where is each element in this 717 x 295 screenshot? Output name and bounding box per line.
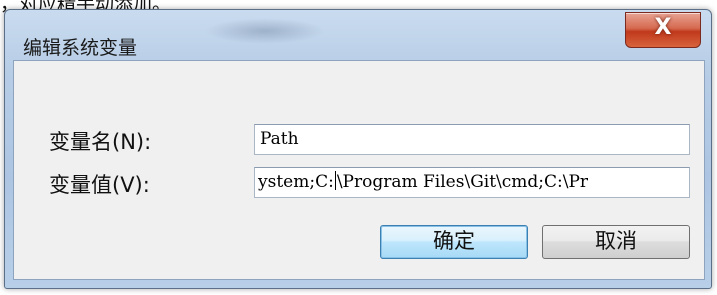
variable-value-label: 变量值(V): (49, 173, 150, 197)
close-button[interactable]: X (625, 12, 701, 48)
cancel-button[interactable]: 取消 (542, 225, 690, 259)
variable-value-input[interactable]: ystem;C: \Program Files\Git\cmd;C:\Pr (254, 167, 690, 198)
background-text-fragment: ，对应精手动添加。 (0, 0, 172, 15)
title-bar[interactable]: 编辑系统变量 X (5, 10, 711, 60)
variable-name-input[interactable]: Path (254, 124, 690, 155)
variable-name-label: 变量名(N): (49, 130, 152, 154)
close-icon: X (654, 15, 672, 40)
variable-value-text-after-caret: \Program Files\Git\cmd;C:\Pr (336, 172, 589, 192)
variable-name-value: Path (260, 129, 299, 149)
title-bar-glass-blur (205, 18, 325, 44)
dialog-title: 编辑系统变量 (23, 37, 138, 59)
ok-button[interactable]: 确定 (380, 225, 528, 259)
edit-system-variable-dialog: 编辑系统变量 X 变量名(N): Path 变量值(V): ystem;C: \P… (4, 9, 712, 289)
variable-value-text-before-caret: ystem;C: (258, 172, 334, 192)
dialog-body: 变量名(N): Path 变量值(V): ystem;C: \Program Fi… (13, 60, 705, 280)
text-caret (334, 171, 336, 190)
